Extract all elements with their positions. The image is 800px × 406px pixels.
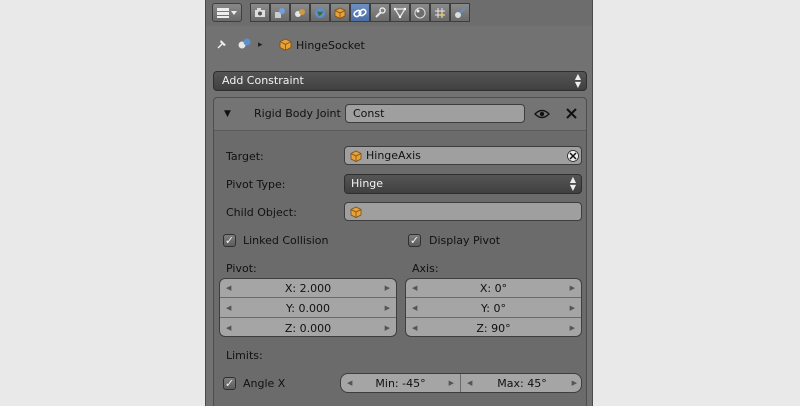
data-tab[interactable] xyxy=(390,3,410,22)
decrement-arrow-icon[interactable]: ◀ xyxy=(347,374,352,392)
decrement-arrow-icon[interactable]: ◀ xyxy=(226,299,231,318)
breadcrumb: ▸ HingeSocket xyxy=(206,30,592,56)
pivot-type-label: Pivot Type: xyxy=(226,178,286,191)
data-icon xyxy=(394,7,406,18)
pivot-y-field[interactable]: ◀ Y: 0.000 ▶ xyxy=(220,299,396,318)
pivot-type-dropdown[interactable]: Hinge ▲ ▼ xyxy=(344,174,582,194)
physics-icon xyxy=(455,6,466,18)
child-object-label: Child Object: xyxy=(226,206,297,219)
particles-icon xyxy=(435,7,445,18)
pivot-vector: ◀ X: 2.000 ▶ ◀ Y: 0.000 ▶ ◀ Z: 0.000 ▶ xyxy=(219,278,397,337)
pivot-x-field[interactable]: ◀ X: 2.000 ▶ xyxy=(220,279,396,298)
pivot-y-value: Y: 0.000 xyxy=(286,302,330,315)
decrement-arrow-icon[interactable]: ◀ xyxy=(226,279,231,298)
increment-arrow-icon[interactable]: ▶ xyxy=(385,299,390,318)
increment-arrow-icon[interactable]: ▶ xyxy=(572,374,577,392)
constraint-type-label: Rigid Body Joint xyxy=(254,107,341,120)
display-pivot-label: Display Pivot xyxy=(429,234,501,247)
collapse-triangle-icon[interactable]: ▼ xyxy=(224,107,231,121)
pivot-label: Pivot: xyxy=(226,262,257,275)
axis-x-field[interactable]: ◀ X: 0° ▶ xyxy=(406,279,581,298)
angle-x-min-field[interactable]: ◀ Min: -45° ▶ xyxy=(341,374,461,392)
limits-label: Limits: xyxy=(226,349,263,362)
object-name: HingeSocket xyxy=(296,39,365,52)
scene-context-icon xyxy=(238,38,251,49)
decrement-arrow-icon[interactable]: ◀ xyxy=(412,279,417,298)
add-constraint-label: Add Constraint xyxy=(222,74,304,87)
increment-arrow-icon[interactable]: ▶ xyxy=(385,319,390,336)
pin-icon[interactable] xyxy=(215,37,229,51)
angle-x-max-field[interactable]: ◀ Max: 45° ▶ xyxy=(461,374,581,392)
decrement-arrow-icon[interactable]: ◀ xyxy=(412,319,417,336)
pivot-x-value: X: 2.000 xyxy=(284,282,332,295)
object-context-icon xyxy=(279,38,292,51)
editor-type-button[interactable] xyxy=(212,3,242,22)
render-tab[interactable] xyxy=(250,3,270,22)
pivot-type-value: Hinge xyxy=(351,177,384,190)
object-tab[interactable] xyxy=(330,3,350,22)
eye-icon[interactable] xyxy=(534,108,550,120)
axis-label: Axis: xyxy=(412,262,439,275)
angle-x-limits: ◀ Min: -45° ▶ ◀ Max: 45° ▶ xyxy=(340,373,582,393)
pivot-type-arrows-icon: ▲ ▼ xyxy=(569,175,576,192)
world-icon xyxy=(315,7,325,18)
axis-vector: ◀ X: 0° ▶ ◀ Y: 0° ▶ ◀ Z: 90° ▶ xyxy=(405,278,582,337)
decrement-arrow-icon[interactable]: ◀ xyxy=(467,374,472,392)
physics-tab[interactable] xyxy=(450,3,470,22)
constraint-name-field[interactable]: Const xyxy=(345,104,525,123)
axis-y-value: Y: 0° xyxy=(481,302,506,315)
linked-collision-label: Linked Collision xyxy=(243,234,329,247)
child-object-field[interactable] xyxy=(344,202,582,221)
increment-arrow-icon[interactable]: ▶ xyxy=(570,279,575,298)
axis-z-value: Z: 90° xyxy=(476,322,511,335)
world-tab[interactable] xyxy=(310,3,330,22)
increment-arrow-icon[interactable]: ▶ xyxy=(570,299,575,318)
axis-y-field[interactable]: ◀ Y: 0° ▶ xyxy=(406,299,581,318)
increment-arrow-icon[interactable]: ▶ xyxy=(449,374,454,392)
target-field[interactable]: HingeAxis xyxy=(344,146,582,165)
properties-header xyxy=(206,0,592,26)
dropdown-arrows-icon: ▲ ▼ xyxy=(574,72,581,89)
angle-x-label: Angle X xyxy=(243,377,286,390)
modifiers-tab[interactable] xyxy=(370,3,390,22)
modifiers-icon xyxy=(375,6,386,18)
axis-x-value: X: 0° xyxy=(479,282,508,295)
scene-icon xyxy=(295,8,305,17)
material-tab[interactable] xyxy=(410,3,430,22)
angle-x-max-value: Max: 45° xyxy=(497,377,547,390)
angle-x-min-value: Min: -45° xyxy=(375,377,426,390)
target-value: HingeAxis xyxy=(366,149,421,162)
constraint-header: ▼ Rigid Body Joint Const xyxy=(214,98,586,131)
constraint-name-value: Const xyxy=(353,107,385,120)
breadcrumb-separator-icon: ▸ xyxy=(258,40,263,50)
pivot-z-value: Z: 0.000 xyxy=(284,322,332,335)
render-layers-icon xyxy=(275,7,285,18)
render-icon xyxy=(255,8,265,17)
particles-tab[interactable] xyxy=(430,3,450,22)
material-icon xyxy=(414,7,426,18)
constraint-panel: ▼ Rigid Body Joint Const Target: HingeAx… xyxy=(213,97,587,406)
editor-type-icon xyxy=(217,7,237,18)
clear-target-icon[interactable] xyxy=(567,150,579,162)
decrement-arrow-icon[interactable]: ◀ xyxy=(226,319,231,336)
display-pivot-checkbox[interactable]: ✓ xyxy=(408,234,421,247)
properties-panel: ▸ HingeSocket Add Constraint ▲ ▼ ▼ Rigid … xyxy=(205,0,593,406)
child-object-icon xyxy=(350,206,362,218)
scene-tab[interactable] xyxy=(290,3,310,22)
constraints-tab[interactable] xyxy=(350,3,370,22)
linked-collision-checkbox[interactable]: ✓ xyxy=(223,234,236,247)
angle-x-checkbox[interactable]: ✓ xyxy=(223,377,236,390)
render-layers-tab[interactable] xyxy=(270,3,290,22)
target-object-icon xyxy=(350,150,362,162)
pivot-z-field[interactable]: ◀ Z: 0.000 ▶ xyxy=(220,319,396,336)
constraints-icon xyxy=(353,8,367,17)
add-constraint-dropdown[interactable]: Add Constraint ▲ ▼ xyxy=(213,71,587,91)
axis-z-field[interactable]: ◀ Z: 90° ▶ xyxy=(406,319,581,336)
increment-arrow-icon[interactable]: ▶ xyxy=(385,279,390,298)
target-label: Target: xyxy=(226,150,264,163)
increment-arrow-icon[interactable]: ▶ xyxy=(570,319,575,336)
delete-constraint-icon[interactable] xyxy=(565,107,578,120)
object-icon xyxy=(334,7,346,19)
decrement-arrow-icon[interactable]: ◀ xyxy=(412,299,417,318)
